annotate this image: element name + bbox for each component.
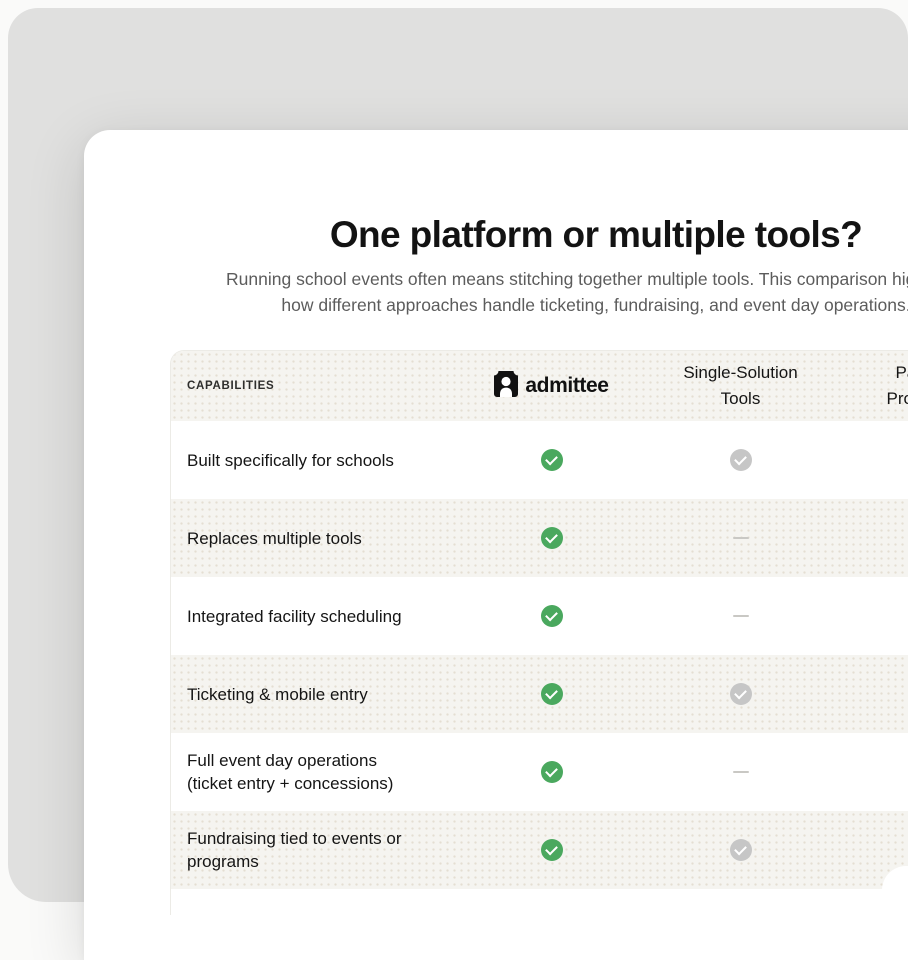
status-check-icon — [540, 839, 563, 861]
status-check-icon — [540, 761, 563, 783]
capability-label: Full event day operations (ticket entry … — [187, 751, 394, 793]
status-dash-icon — [732, 770, 749, 774]
status-check-icon — [729, 839, 752, 861]
table-row: Fundraising tied to events or programs — [171, 811, 908, 889]
status-check-icon — [729, 683, 752, 705]
capability-label: Built specifically for schools — [187, 450, 394, 470]
table-row-partial — [171, 889, 908, 915]
subtitle-line-1: Running school events often means stitch… — [226, 269, 908, 289]
content-column: One platform or multiple tools? Running … — [84, 130, 908, 915]
table-header-row: CAPABILITIES admittee Single-Solution To… — [171, 351, 908, 421]
status-check-icon — [540, 527, 563, 549]
table-row: Integrated facility scheduling — [171, 577, 908, 655]
status-check-icon — [540, 683, 563, 705]
status-check-icon — [729, 449, 752, 471]
subtitle-line-2: how different approaches handle ticketin… — [281, 295, 908, 315]
table-row: Built specifically for schools — [171, 421, 908, 499]
table-row: Ticketing & mobile entry — [171, 655, 908, 733]
capability-label — [171, 889, 457, 915]
capability-label: Integrated facility scheduling — [187, 606, 402, 626]
column-header-admittee: admittee — [457, 351, 646, 421]
content-card: One platform or multiple tools? Running … — [84, 130, 908, 960]
status-check-icon — [540, 449, 563, 471]
column-header-single-solution-tools: Single-Solution Tools — [683, 363, 798, 408]
page-title: One platform or multiple tools? — [329, 214, 863, 255]
admittee-brand-lockup: admittee — [494, 370, 609, 402]
status-dash-icon — [732, 614, 749, 618]
page-subtitle: Running school events often means stitch… — [84, 266, 908, 318]
table-row: Replaces multiple tools — [171, 499, 908, 577]
column-header-capabilities: CAPABILITIES — [187, 380, 275, 392]
comparison-table: CAPABILITIES admittee Single-Solution To… — [170, 350, 908, 915]
status-dash-icon — [732, 536, 749, 540]
status-check-icon — [540, 605, 563, 627]
table-row: Full event day operations (ticket entry … — [171, 733, 908, 811]
column-header-third-party: Payment Processors — [886, 363, 908, 408]
admittee-logo-icon — [494, 370, 519, 402]
capability-label: Ticketing & mobile entry — [187, 684, 368, 704]
admittee-wordmark: admittee — [525, 374, 609, 397]
capability-label: Replaces multiple tools — [187, 528, 362, 548]
capability-label: Fundraising tied to events or programs — [187, 829, 402, 871]
